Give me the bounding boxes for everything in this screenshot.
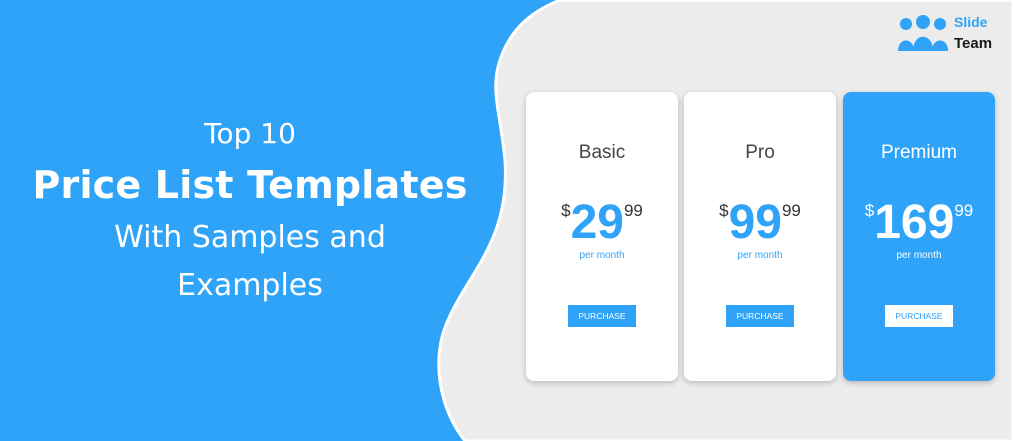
purchase-button[interactable]: PURCHASE: [568, 305, 636, 327]
price-cents: 99: [781, 201, 801, 220]
hero-title: Price List Templates: [32, 163, 468, 207]
price-cents: 99: [954, 201, 974, 220]
plan-name: Basic: [578, 142, 626, 163]
price-amount: 29: [570, 196, 624, 249]
plan-name: Pro: [745, 142, 775, 163]
price-currency: $: [864, 201, 875, 220]
plan-card-basic: Basic $2999 per month PURCHASE: [526, 92, 678, 381]
plan-period: per month: [579, 250, 625, 261]
plan-name: Premium: [880, 142, 957, 163]
people-group-icon: [898, 15, 948, 51]
price-currency: $: [561, 201, 571, 220]
plan-price: $2999: [526, 197, 678, 249]
purchase-button[interactable]: PURCHASE: [885, 305, 953, 327]
price-cents: 99: [623, 201, 643, 220]
price-amount: 169: [874, 196, 955, 249]
hero-line-top: Top 10: [204, 117, 296, 150]
plan-card-premium: Premium $16999 per month PURCHASE: [843, 92, 995, 381]
hero-heading: Top 10 Price List Templates With Samples…: [0, 112, 500, 310]
price-amount: 99: [728, 196, 782, 249]
price-currency: $: [719, 201, 729, 220]
hero-subtitle-line2: Examples: [177, 268, 323, 303]
plan-period: per month: [737, 250, 783, 261]
plan-card-pro: Pro $9999 per month PURCHASE: [684, 92, 836, 381]
plan-price: $16999: [843, 197, 995, 249]
plan-price: $9999: [684, 197, 836, 249]
logo-word-slide: Slide: [954, 14, 988, 30]
slideteam-logo[interactable]: Slide Team: [897, 12, 1007, 56]
hero-subtitle-line1: With Samples and: [114, 220, 386, 255]
logo-word-team: Team: [954, 35, 993, 52]
plan-period: per month: [896, 250, 942, 261]
purchase-button[interactable]: PURCHASE: [726, 305, 794, 327]
